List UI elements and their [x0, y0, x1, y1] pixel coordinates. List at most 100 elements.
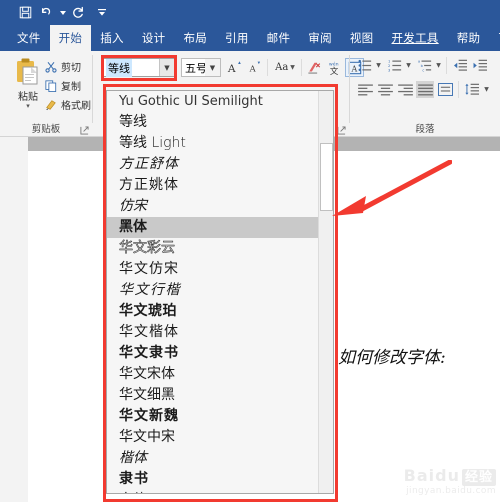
font-name-caret-icon[interactable]: ▼: [159, 59, 174, 76]
tab-home[interactable]: 开始: [49, 25, 92, 51]
font-item-dengxian-light[interactable]: 等线 Light: [107, 133, 320, 154]
font-item-lishu[interactable]: 隶书: [107, 469, 320, 490]
save-icon[interactable]: [14, 2, 36, 23]
title-bar: [0, 0, 500, 25]
copy-button[interactable]: 复制: [44, 78, 81, 93]
grow-font-button[interactable]: A: [226, 58, 244, 77]
shrink-font-button[interactable]: A: [246, 58, 264, 77]
svg-text:c: c: [422, 68, 424, 72]
decrease-indent-button[interactable]: [451, 57, 469, 74]
align-left-button[interactable]: [356, 81, 374, 98]
paste-caret-icon[interactable]: ▾: [26, 103, 30, 110]
paste-button[interactable]: 粘贴 ▾: [8, 55, 48, 117]
line-spacing-caret-icon[interactable]: ▼: [482, 81, 491, 98]
tab-baidu[interactable]: 百: [489, 25, 500, 51]
undo-dropdown-caret[interactable]: [58, 2, 67, 23]
svg-text:2: 2: [388, 64, 390, 68]
undo-icon[interactable]: [36, 2, 58, 23]
cut-button[interactable]: 剪切: [44, 59, 81, 74]
scrollbar-track[interactable]: [320, 91, 333, 143]
justify-button[interactable]: [416, 81, 434, 98]
tab-file[interactable]: 文件: [8, 25, 50, 51]
toolbar-separator: [267, 59, 268, 76]
format-painter-icon: [44, 98, 58, 112]
font-item-huawen-zhongsong[interactable]: 华文中宋: [107, 427, 320, 448]
group-paragraph: ▼ 1 2 3 ▼ a b c ▼ ▼ 段落: [350, 51, 500, 137]
font-dialog-launcher-icon[interactable]: [336, 125, 346, 135]
numbering-button[interactable]: 1 2 3: [386, 57, 403, 74]
font-item-huawen-songti[interactable]: 华文宋体: [107, 364, 320, 385]
word-window: 文件 开始 插入 设计 布局 引用 邮件 审阅 视图 开发工具 帮助 百: [0, 0, 500, 502]
font-name-combobox[interactable]: 等线 ▼: [103, 58, 175, 77]
tab-developer[interactable]: 开发工具: [382, 25, 447, 51]
align-right-button[interactable]: [396, 81, 414, 98]
copy-label: 复制: [61, 82, 81, 93]
bullets-caret-icon[interactable]: ▼: [374, 57, 383, 74]
paragraph-separator: [446, 57, 447, 74]
tab-insert[interactable]: 插入: [91, 25, 133, 51]
change-case-button[interactable]: Aa ▼: [272, 58, 298, 77]
redo-icon[interactable]: [67, 2, 89, 23]
paste-icon: [13, 57, 43, 87]
font-item-songti[interactable]: 宋体: [107, 490, 320, 493]
font-item-huawen-fangsong[interactable]: 华文仿宋: [107, 259, 320, 280]
font-item-dengxian[interactable]: 等线: [107, 112, 320, 133]
svg-text:A: A: [227, 62, 236, 75]
watermark: Baidu 经验 jingyan.baidu.com: [404, 467, 496, 496]
font-item-huawen-lishu[interactable]: 华文隶书: [107, 343, 320, 364]
watermark-url: jingyan.baidu.com: [406, 486, 496, 496]
tab-review[interactable]: 审阅: [299, 25, 341, 51]
group-clipboard: 粘贴 ▾ 剪切 复制 格式刷 剪贴板: [0, 51, 93, 137]
font-item-huawen-caiyun[interactable]: 华文彩云: [107, 238, 320, 259]
svg-text:a: a: [418, 60, 420, 64]
font-item-yu-gothic-ui-semilight[interactable]: Yu Gothic UI Semilight: [107, 91, 320, 112]
ribbon-tabs: 文件 开始 插入 设计 布局 引用 邮件 审阅 视图 开发工具 帮助 百: [0, 25, 500, 51]
font-item-huawen-xinwei[interactable]: 华文新魏: [107, 406, 320, 427]
distributed-button[interactable]: [436, 81, 454, 98]
svg-text:3: 3: [388, 68, 391, 72]
font-item-fangzheng-yaoti[interactable]: 方正姚体: [107, 175, 320, 196]
font-item-huawen-xingkai[interactable]: 华文行楷: [107, 280, 320, 301]
document-text: 如何修改字体:: [338, 348, 446, 368]
customize-qat-icon[interactable]: [97, 2, 106, 23]
font-item-huawen-kaiti[interactable]: 华文楷体: [107, 322, 320, 343]
font-size-value: 五号: [185, 61, 207, 75]
bullets-button[interactable]: [356, 57, 373, 74]
font-dropdown-scrollbar[interactable]: [318, 91, 333, 493]
toolbar-separator-2: [301, 59, 302, 76]
watermark-badge: 经验: [461, 469, 496, 486]
font-item-huawen-hupo[interactable]: 华文琥珀: [107, 301, 320, 322]
tab-design[interactable]: 设计: [133, 25, 175, 51]
format-painter-button[interactable]: 格式刷: [44, 97, 91, 112]
font-item-heiti[interactable]: 黑体: [107, 217, 320, 238]
font-item-huawen-xihei[interactable]: 华文细黑: [107, 385, 320, 406]
copy-icon: [44, 79, 58, 93]
increase-indent-button[interactable]: [471, 57, 489, 74]
clipboard-dialog-launcher-icon[interactable]: [79, 125, 89, 135]
scrollbar-thumb[interactable]: [320, 143, 333, 211]
tab-mailings[interactable]: 邮件: [258, 25, 300, 51]
multilevel-caret-icon[interactable]: ▼: [434, 57, 443, 74]
tab-references[interactable]: 引用: [216, 25, 258, 51]
multilevel-list-button[interactable]: a b c: [416, 57, 433, 74]
font-name-value: 等线: [106, 58, 132, 77]
font-size-caret-icon[interactable]: ▼: [205, 59, 220, 76]
line-spacing-button[interactable]: [463, 81, 481, 98]
cut-label: 剪切: [61, 63, 81, 74]
phonetic-guide-button[interactable]: wén 文: [325, 58, 343, 77]
font-item-fangsong[interactable]: 仿宋: [107, 196, 320, 217]
clear-formatting-button[interactable]: [305, 58, 323, 77]
numbering-caret-icon[interactable]: ▼: [404, 57, 413, 74]
font-size-combobox[interactable]: 五号 ▼: [181, 58, 221, 77]
left-margin-strip: [0, 137, 28, 502]
svg-text:A: A: [248, 64, 256, 74]
scissors-icon: [44, 60, 58, 74]
tab-help[interactable]: 帮助: [448, 25, 490, 51]
tab-layout[interactable]: 布局: [174, 25, 216, 51]
font-item-fangzheng-shuti[interactable]: 方正舒体: [107, 154, 320, 175]
tab-view[interactable]: 视图: [341, 25, 383, 51]
font-dropdown-list[interactable]: Yu Gothic UI Semilight 等线 等线 Light 方正舒体 …: [106, 90, 334, 494]
font-item-kaiti[interactable]: 楷体: [107, 448, 320, 469]
paragraph-separator-2: [458, 81, 459, 98]
align-center-button[interactable]: [376, 81, 394, 98]
